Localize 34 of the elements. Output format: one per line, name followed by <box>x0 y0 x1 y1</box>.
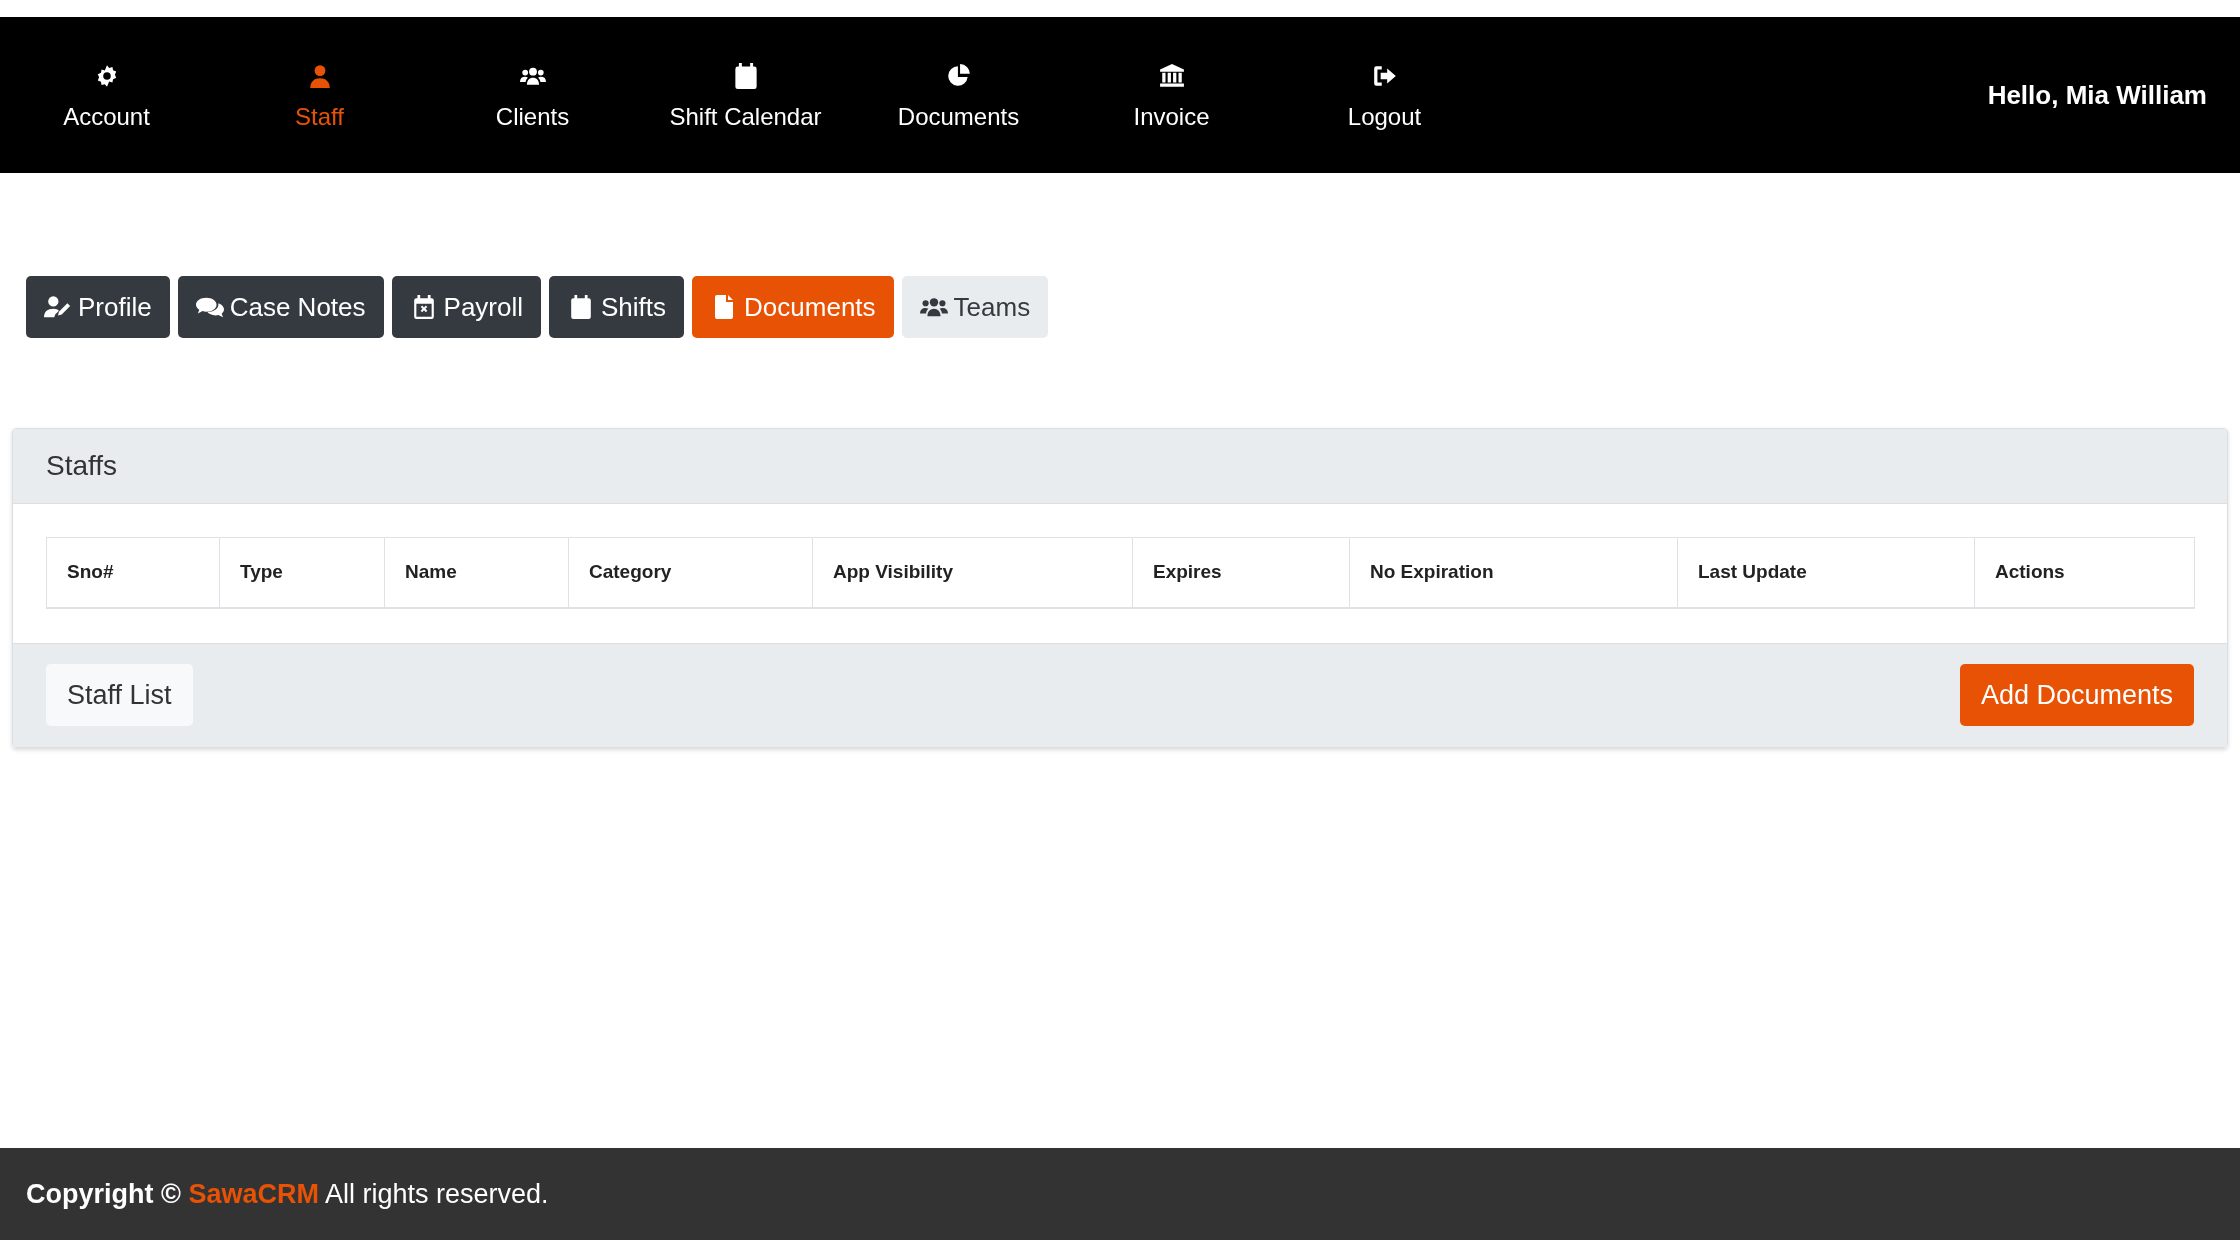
people-icon <box>919 295 948 319</box>
nav-item[interactable]: Shift Calendar <box>639 63 852 131</box>
tab[interactable]: Shifts <box>549 276 685 338</box>
column-header: Last Update <box>1677 537 1975 608</box>
comments-icon <box>195 295 224 319</box>
user-greeting: Hello, Mia William <box>1987 79 2207 111</box>
staff-list-button[interactable]: Staff List <box>46 664 193 726</box>
tab[interactable]: Documents <box>692 276 894 338</box>
column-header: App Visibility <box>812 537 1133 608</box>
user-edit-icon <box>44 295 72 319</box>
card-title: Staffs <box>46 450 118 482</box>
nav-item[interactable]: Logout <box>1278 63 1491 131</box>
tab[interactable]: Payroll <box>391 276 542 338</box>
nav-item[interactable]: Invoice <box>1065 63 1278 131</box>
column-header: Sno# <box>46 537 220 608</box>
column-header: Actions <box>1974 537 2195 608</box>
calendar-icon <box>732 63 759 89</box>
add-documents-button[interactable]: Add Documents <box>1959 664 2194 726</box>
column-header: No Expiration <box>1349 537 1678 608</box>
column-header: Name <box>384 537 569 608</box>
column-header: Expires <box>1132 537 1350 608</box>
nav-item[interactable]: Documents <box>852 63 1065 131</box>
nav-item[interactable]: Staff <box>213 63 426 131</box>
nav-item[interactable]: Account <box>0 63 213 131</box>
nav-item[interactable]: Clients <box>426 63 639 131</box>
bank-icon <box>1158 63 1185 89</box>
column-header: Category <box>568 537 813 608</box>
pie-chart-icon <box>945 63 972 89</box>
tab[interactable]: Profile <box>26 276 170 338</box>
copyright-text: Copyright © SawaCRM All rights reserved. <box>26 1178 549 1210</box>
tab[interactable]: Teams <box>901 276 1049 338</box>
logout-icon <box>1371 63 1398 89</box>
column-header: Type <box>219 537 385 608</box>
tab[interactable]: Case Notes <box>177 276 384 338</box>
